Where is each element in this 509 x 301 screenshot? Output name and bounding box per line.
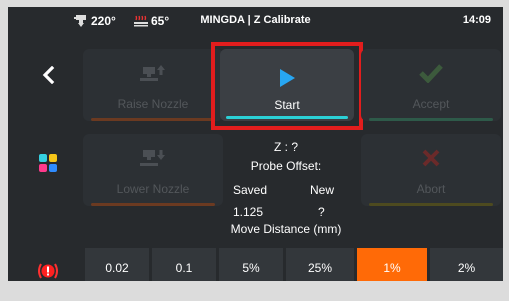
distance-0.02-button[interactable]: 0.02 <box>85 248 149 281</box>
distance-25pct-button[interactable]: 25% <box>286 248 354 281</box>
clock: 14:09 <box>462 14 491 26</box>
new-label: New <box>310 183 335 197</box>
distance-2pct-button[interactable]: 2% <box>430 248 503 281</box>
back-arrow-icon <box>42 66 55 84</box>
accept-button[interactable]: Accept <box>361 49 501 121</box>
back-button[interactable] <box>28 55 68 95</box>
distance-5pct-button[interactable]: 5% <box>219 248 283 281</box>
page-title: MINGDA | Z Calibrate <box>200 14 311 26</box>
saved-label: Saved <box>233 183 268 197</box>
probe-offset-label: Probe Offset: <box>250 159 322 173</box>
new-value: ? <box>318 205 325 219</box>
checkmark-icon <box>419 64 443 83</box>
distance-1pct-button[interactable]: 1% <box>357 248 427 281</box>
status-bar: 220° 65° MINGDA | Z Calibrate 14:09 <box>8 7 503 33</box>
accept-bar <box>369 118 493 121</box>
move-distance-label: Move Distance (mm) <box>230 222 342 236</box>
emergency-stop-icon <box>38 263 58 279</box>
raise-nozzle-button[interactable]: Raise Nozzle <box>83 49 223 121</box>
accept-label: Accept <box>412 97 450 111</box>
abort-bar <box>369 203 493 206</box>
start-label: Start <box>274 98 300 112</box>
raise-nozzle-label: Raise Nozzle <box>117 97 189 111</box>
distance-0.1-button[interactable]: 0.1 <box>152 248 216 281</box>
screen: 220° 65° MINGDA | Z Calibrate 14:09 Rais… <box>8 7 503 281</box>
lower-nozzle-label: Lower Nozzle <box>116 182 190 196</box>
saved-value: 1.125 <box>233 205 264 219</box>
raise-nozzle-bar <box>91 118 215 121</box>
lower-nozzle-bar <box>91 203 215 206</box>
emergency-stop-button[interactable] <box>28 251 68 281</box>
abort-label: Abort <box>416 182 446 196</box>
start-button[interactable]: Start <box>220 49 354 121</box>
start-bar <box>226 116 348 119</box>
play-icon <box>280 69 295 87</box>
z-value: Z : ? <box>273 140 298 154</box>
raise-nozzle-icon <box>140 65 165 81</box>
